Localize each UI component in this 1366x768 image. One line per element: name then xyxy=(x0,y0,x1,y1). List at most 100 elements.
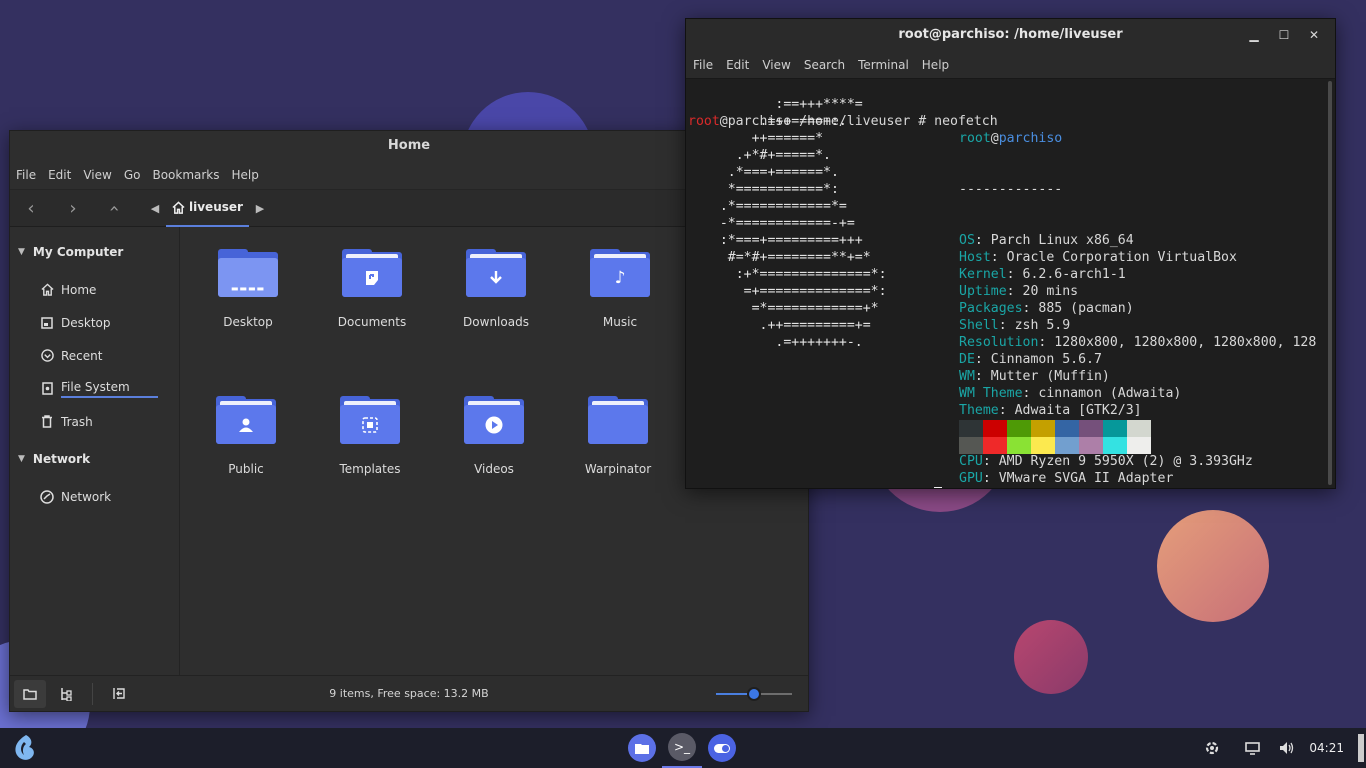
info-line: Packages: 885 (pacman) xyxy=(959,301,1134,316)
terminal-output[interactable]: root@parchiso /home/liveuser # neofetch … xyxy=(686,79,1335,488)
palette-swatch xyxy=(1055,420,1079,437)
sidebar-item-network[interactable]: Network xyxy=(10,480,179,513)
palette-swatch xyxy=(959,437,983,454)
wallpaper-circle xyxy=(1014,620,1088,694)
hide-sidebar-button[interactable] xyxy=(103,680,135,708)
forward-button[interactable]: › xyxy=(52,189,94,227)
logo-line: :*===+=========+++ xyxy=(696,233,863,248)
palette-swatch xyxy=(1031,437,1055,454)
maximize-icon[interactable]: ☐ xyxy=(1269,19,1299,51)
sidebar: ▼ My Computer Home Desktop Recent File S… xyxy=(10,227,180,675)
menu-view[interactable]: View xyxy=(762,58,790,72)
palette-swatch xyxy=(1007,420,1031,437)
folder-item-warpinator[interactable]: Warpinator xyxy=(563,396,673,476)
color-palette xyxy=(959,420,1151,454)
volume-icon[interactable] xyxy=(1275,728,1299,768)
logo-line: .*===+======*. xyxy=(696,165,839,180)
prompt-line: root@parchiso /home/liveuser # xyxy=(688,487,943,488)
menu-edit[interactable]: Edit xyxy=(726,58,749,72)
folder-item-documents[interactable]: Documents xyxy=(317,249,427,329)
logo-line: #=*#+========**+=* xyxy=(696,250,871,265)
breadcrumb-right-icon[interactable]: ▶ xyxy=(249,202,271,215)
folder-item-downloads[interactable]: Downloads xyxy=(441,249,551,329)
close-icon[interactable]: ✕ xyxy=(1299,19,1329,51)
recent-icon xyxy=(40,349,54,363)
sidebar-item-desktop[interactable]: Desktop xyxy=(10,306,179,339)
zoom-slider[interactable] xyxy=(716,687,792,701)
folder-videos-icon xyxy=(464,396,524,444)
info-line: GPU: VMware SVGA II Adapter xyxy=(959,471,1174,486)
palette-swatch xyxy=(983,420,1007,437)
info-line: Theme: Adwaita [GTK2/3] xyxy=(959,403,1142,418)
folder-item-videos[interactable]: Videos xyxy=(439,396,549,476)
parch-logo-icon xyxy=(15,735,34,760)
trash-icon xyxy=(40,415,54,429)
sidebar-item-recent[interactable]: Recent xyxy=(10,339,179,372)
sidebar-section-network[interactable]: ▼ Network xyxy=(10,448,179,470)
info-line: Resolution: 1280x800, 1280x800, 1280x800… xyxy=(959,335,1317,350)
breadcrumb-home[interactable]: liveuser xyxy=(166,189,249,227)
chevron-left-icon: ‹ xyxy=(27,197,35,219)
zoom-slider-handle[interactable] xyxy=(747,687,761,701)
folder-item-desktop[interactable]: ▬▬▬▬ Desktop xyxy=(193,249,303,329)
terminal-window: root@parchiso: /home/liveuser ▁ ☐ ✕ File… xyxy=(685,18,1336,489)
menu-bookmarks[interactable]: Bookmarks xyxy=(152,168,227,182)
menu-view[interactable]: View xyxy=(83,168,119,182)
show-places-button[interactable] xyxy=(14,679,46,708)
menu-go[interactable]: Go xyxy=(124,168,149,182)
terminal-app-icon: >_ xyxy=(668,733,696,761)
menu-file[interactable]: File xyxy=(16,168,44,182)
back-button[interactable]: ‹ xyxy=(10,189,52,227)
info-line: Host: Oracle Corporation VirtualBox xyxy=(959,250,1237,265)
folder-public-icon xyxy=(216,396,276,444)
sidebar-item-home[interactable]: Home xyxy=(10,273,179,306)
info-line: Memory: 1382MiB / 3920MiB xyxy=(959,487,1316,488)
sidebar-item-trash[interactable]: Trash xyxy=(10,405,179,438)
menu-file[interactable]: File xyxy=(693,58,713,72)
up-button[interactable]: ‹ xyxy=(94,189,136,227)
distro-logo-ascii: :==+++****= .=++====+:. ++======* .+*#+=… xyxy=(696,96,887,351)
sidebar-section-my-computer[interactable]: ▼ My Computer xyxy=(10,241,179,263)
menu-search[interactable]: Search xyxy=(804,58,845,72)
show-treeview-button[interactable] xyxy=(50,680,82,708)
menu-help[interactable]: Help xyxy=(922,58,949,72)
menu-help[interactable]: Help xyxy=(232,168,267,182)
menu-terminal[interactable]: Terminal xyxy=(858,58,909,72)
update-icon[interactable] xyxy=(1199,728,1225,768)
info-line: WM: Mutter (Muffin) xyxy=(959,369,1110,384)
palette-swatch xyxy=(1103,420,1127,437)
folder-templates-icon xyxy=(340,396,400,444)
logo-line: .+*#+=====*. xyxy=(696,148,831,163)
show-desktop-button[interactable] xyxy=(1358,734,1364,762)
taskbar-files-button[interactable] xyxy=(622,728,662,768)
display-icon[interactable] xyxy=(1240,728,1264,768)
info-line: Shell: zsh 5.9 xyxy=(959,318,1071,333)
folder-documents-icon xyxy=(342,249,402,297)
palette-swatch xyxy=(1055,437,1079,454)
info-line: DE: Cinnamon 5.6.7 xyxy=(959,352,1102,367)
info-line: WM Theme: cinnamon (Adwaita) xyxy=(959,386,1182,401)
chevron-right-icon: › xyxy=(69,197,77,219)
breadcrumb-left-icon[interactable]: ◀ xyxy=(144,202,166,215)
folder-item-public[interactable]: Public xyxy=(191,396,301,476)
sidebar-item-file-system[interactable]: File System xyxy=(10,372,179,405)
home-icon xyxy=(40,283,54,297)
palette-swatch xyxy=(1031,420,1055,437)
logo-line: =+==============*: xyxy=(696,284,887,299)
taskbar-app-button[interactable] xyxy=(702,728,742,768)
info-line: CPU: AMD Ryzen 9 5950X (2) @ 3.393GHz xyxy=(959,454,1253,469)
scrollbar[interactable] xyxy=(1328,81,1332,485)
files-app-icon xyxy=(628,734,656,762)
menu-edit[interactable]: Edit xyxy=(48,168,79,182)
folder-item-music[interactable]: ♪ Music xyxy=(565,249,675,329)
logo-line: *===========*: xyxy=(696,182,839,197)
menu-button[interactable] xyxy=(12,734,38,762)
logo-line: -*============-+= xyxy=(696,216,855,231)
clock[interactable]: 04:21 xyxy=(1309,728,1344,768)
logo-line: .=++====+:. xyxy=(696,114,847,129)
logo-line: .=+++++++-. xyxy=(696,335,863,350)
taskbar-terminal-button[interactable]: >_ xyxy=(662,728,702,768)
taskbar: >_ 04:21 xyxy=(0,728,1366,768)
folder-item-templates[interactable]: Templates xyxy=(315,396,425,476)
minimize-icon[interactable]: ▁ xyxy=(1239,19,1269,51)
